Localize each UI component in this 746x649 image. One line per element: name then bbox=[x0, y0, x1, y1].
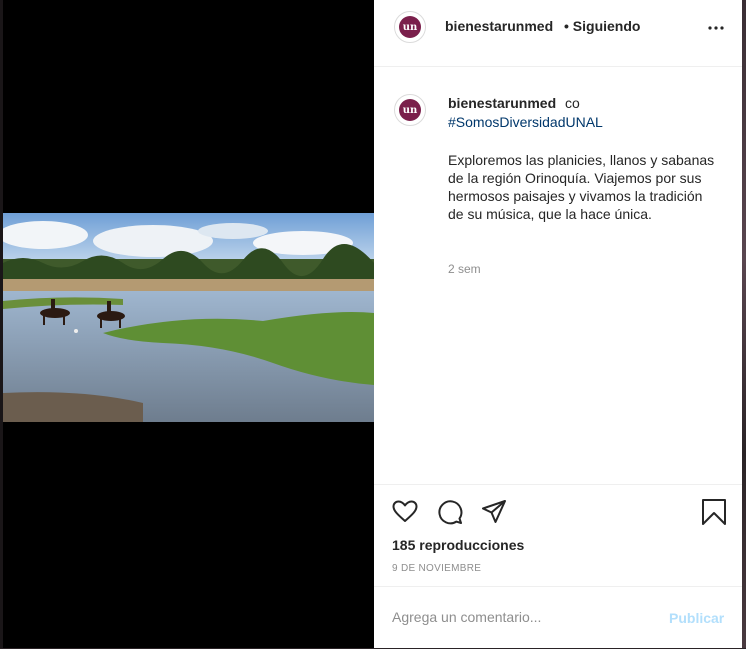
video-player[interactable] bbox=[3, 213, 374, 422]
header-separator: • bbox=[564, 18, 569, 34]
header-username[interactable]: bienestarunmed bbox=[445, 18, 553, 34]
post-details-panel: un bienestarunmed • Siguiendo un bienest… bbox=[374, 0, 742, 648]
more-options-icon[interactable] bbox=[704, 18, 728, 38]
bookmark-icon[interactable] bbox=[700, 498, 728, 526]
comment-bar: Publicar bbox=[374, 586, 742, 649]
heart-icon[interactable] bbox=[391, 498, 419, 526]
caption-coauthor-prefix: co bbox=[565, 95, 580, 111]
caption-timestamp[interactable]: 2 sem bbox=[448, 262, 481, 276]
view-count[interactable]: 185 reproducciones bbox=[392, 537, 524, 553]
paper-plane-icon[interactable] bbox=[480, 498, 508, 526]
post-date: 9 DE NOVIEMBRE bbox=[392, 563, 482, 574]
comment-bubble-icon[interactable] bbox=[436, 498, 464, 526]
backdrop-right bbox=[742, 0, 746, 648]
post-header: un bienestarunmed • Siguiendo bbox=[374, 0, 742, 67]
avatar-logo: un bbox=[399, 16, 421, 38]
caption-avatar[interactable]: un bbox=[394, 94, 426, 126]
video-frame-landscape bbox=[3, 213, 374, 422]
publish-button[interactable]: Publicar bbox=[669, 610, 724, 626]
caption-hashtag-link[interactable]: #SomosDiversidadUNAL bbox=[448, 114, 603, 130]
media-viewer[interactable] bbox=[3, 0, 374, 648]
comment-input[interactable] bbox=[392, 609, 642, 625]
caption-text: Exploremos las planicies, llanos y saban… bbox=[448, 152, 715, 222]
following-status[interactable]: • Siguiendo bbox=[564, 18, 640, 34]
action-bar: 185 reproducciones 9 DE NOVIEMBRE bbox=[374, 484, 742, 585]
caption-username[interactable]: bienestarunmed bbox=[448, 95, 556, 111]
caption-avatar-logo: un bbox=[399, 99, 421, 121]
avatar[interactable]: un bbox=[394, 11, 426, 43]
following-label: Siguiendo bbox=[572, 18, 641, 34]
